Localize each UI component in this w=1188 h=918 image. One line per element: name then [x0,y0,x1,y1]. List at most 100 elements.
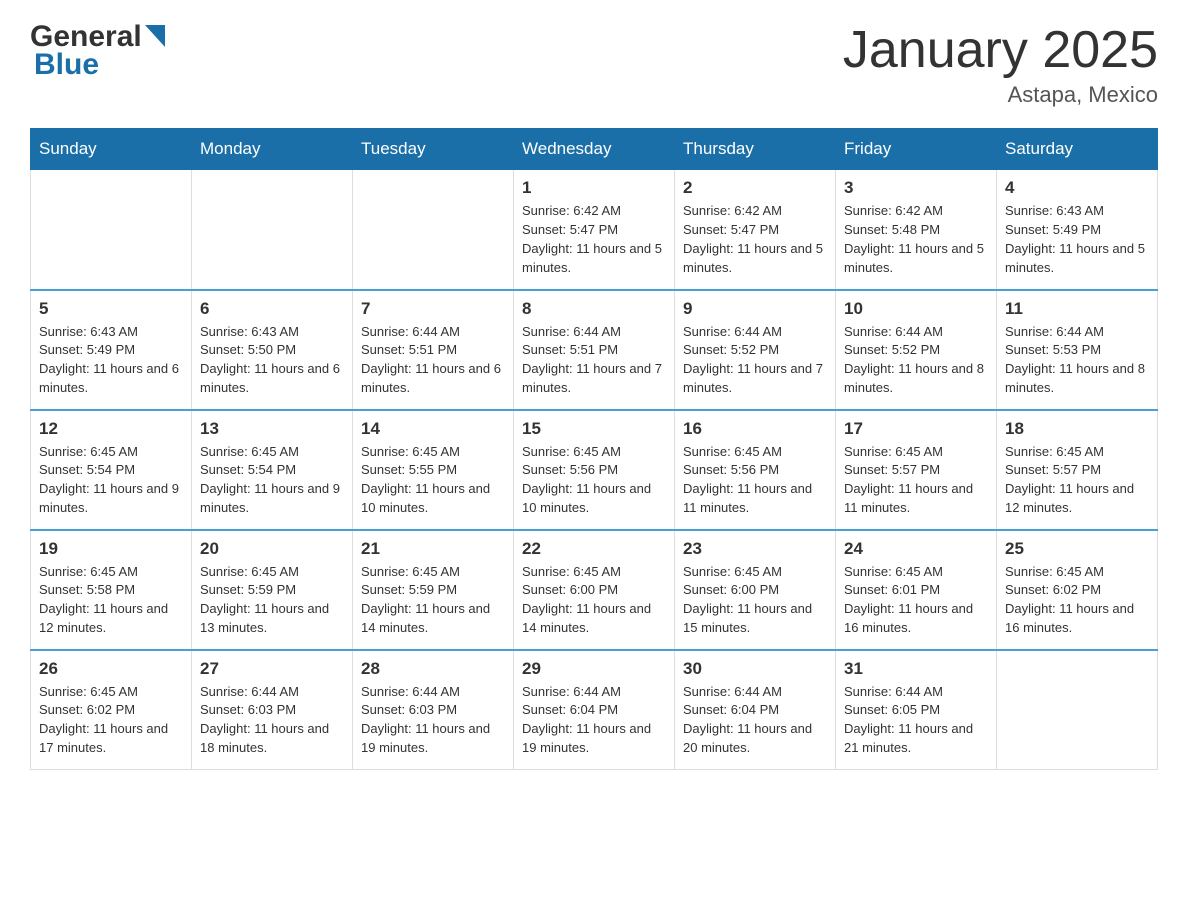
calendar-cell: 14Sunrise: 6:45 AMSunset: 5:55 PMDayligh… [353,410,514,530]
day-number: 1 [522,178,666,198]
day-info: Sunrise: 6:45 AMSunset: 6:01 PMDaylight:… [844,564,973,636]
day-info: Sunrise: 6:44 AMSunset: 5:53 PMDaylight:… [1005,324,1145,396]
day-number: 23 [683,539,827,559]
calendar-cell: 4 Sunrise: 6:43 AMSunset: 5:49 PMDaylight… [997,170,1158,290]
calendar-cell: 9 Sunrise: 6:44 AMSunset: 5:52 PMDaylight… [675,290,836,410]
day-number: 3 [844,178,988,198]
day-number: 15 [522,419,666,439]
title-block: January 2025 Astapa, Mexico [843,20,1158,108]
day-number: 26 [39,659,183,679]
calendar-cell: 24 Sunrise: 6:45 AMSunset: 6:01 PMDayligh… [836,530,997,650]
calendar-cell [353,170,514,290]
calendar-cell [192,170,353,290]
calendar-weekday-sunday: Sunday [31,129,192,170]
day-info: Sunrise: 6:44 AMSunset: 6:05 PMDaylight:… [844,684,973,756]
day-info: Sunrise: 6:45 AMSunset: 5:57 PMDaylight:… [844,444,973,516]
day-number: 11 [1005,299,1149,319]
day-number: 21 [361,539,505,559]
calendar-header-row: SundayMondayTuesdayWednesdayThursdayFrid… [31,129,1158,170]
day-info: Sunrise: 6:45 AMSunset: 5:59 PMDaylight:… [200,564,329,636]
calendar-cell: 7 Sunrise: 6:44 AMSunset: 5:51 PMDaylight… [353,290,514,410]
day-info: Sunrise: 6:44 AMSunset: 6:03 PMDaylight:… [200,684,329,756]
day-number: 22 [522,539,666,559]
day-number: 10 [844,299,988,319]
day-number: 19 [39,539,183,559]
calendar-cell: 13 Sunrise: 6:45 AMSunset: 5:54 PMDayligh… [192,410,353,530]
day-info: Sunrise: 6:45 AMSunset: 5:54 PMDaylight:… [200,444,340,516]
day-number: 28 [361,659,505,679]
day-number: 17 [844,419,988,439]
calendar-cell: 16Sunrise: 6:45 AMSunset: 5:56 PMDayligh… [675,410,836,530]
day-number: 12 [39,419,183,439]
calendar-cell: 28 Sunrise: 6:44 AMSunset: 6:03 PMDayligh… [353,650,514,770]
day-info: Sunrise: 6:42 AMSunset: 5:47 PMDaylight:… [683,203,823,275]
day-number: 9 [683,299,827,319]
calendar-week-row: 12 Sunrise: 6:45 AMSunset: 5:54 PMDayligh… [31,410,1158,530]
calendar-cell: 23 Sunrise: 6:45 AMSunset: 6:00 PMDayligh… [675,530,836,650]
location: Astapa, Mexico [843,82,1158,108]
calendar-cell: 5Sunrise: 6:43 AMSunset: 5:49 PMDaylight… [31,290,192,410]
day-number: 7 [361,299,505,319]
day-number: 20 [200,539,344,559]
day-number: 14 [361,419,505,439]
calendar-cell: 11 Sunrise: 6:44 AMSunset: 5:53 PMDayligh… [997,290,1158,410]
day-info: Sunrise: 6:44 AMSunset: 6:03 PMDaylight:… [361,684,490,756]
calendar-weekday-monday: Monday [192,129,353,170]
day-info: Sunrise: 6:43 AMSunset: 5:50 PMDaylight:… [200,324,340,396]
calendar-weekday-friday: Friday [836,129,997,170]
day-number: 27 [200,659,344,679]
calendar-cell: 25Sunrise: 6:45 AMSunset: 6:02 PMDayligh… [997,530,1158,650]
day-info: Sunrise: 6:45 AMSunset: 5:57 PMDaylight:… [1005,444,1134,516]
calendar-weekday-saturday: Saturday [997,129,1158,170]
calendar-cell [997,650,1158,770]
calendar-cell: 27 Sunrise: 6:44 AMSunset: 6:03 PMDayligh… [192,650,353,770]
day-info: Sunrise: 6:44 AMSunset: 5:51 PMDaylight:… [522,324,662,396]
day-number: 16 [683,419,827,439]
day-number: 31 [844,659,988,679]
calendar-cell: 12 Sunrise: 6:45 AMSunset: 5:54 PMDayligh… [31,410,192,530]
logo-blue-text: Blue [34,48,99,82]
calendar-week-row: 1 Sunrise: 6:42 AMSunset: 5:47 PMDaylight… [31,170,1158,290]
day-info: Sunrise: 6:43 AMSunset: 5:49 PMDaylight:… [39,324,179,396]
day-info: Sunrise: 6:45 AMSunset: 6:00 PMDaylight:… [683,564,812,636]
day-number: 2 [683,178,827,198]
calendar-table: SundayMondayTuesdayWednesdayThursdayFrid… [30,128,1158,770]
day-info: Sunrise: 6:44 AMSunset: 6:04 PMDaylight:… [683,684,812,756]
day-number: 29 [522,659,666,679]
calendar-weekday-tuesday: Tuesday [353,129,514,170]
day-info: Sunrise: 6:45 AMSunset: 5:58 PMDaylight:… [39,564,168,636]
calendar-cell: 26Sunrise: 6:45 AMSunset: 6:02 PMDayligh… [31,650,192,770]
month-title: January 2025 [843,20,1158,80]
day-info: Sunrise: 6:44 AMSunset: 6:04 PMDaylight:… [522,684,651,756]
day-number: 13 [200,419,344,439]
calendar-cell: 30 Sunrise: 6:44 AMSunset: 6:04 PMDayligh… [675,650,836,770]
day-number: 8 [522,299,666,319]
calendar-week-row: 26Sunrise: 6:45 AMSunset: 6:02 PMDayligh… [31,650,1158,770]
day-info: Sunrise: 6:45 AMSunset: 5:59 PMDaylight:… [361,564,490,636]
calendar-cell: 8 Sunrise: 6:44 AMSunset: 5:51 PMDaylight… [514,290,675,410]
calendar-cell: 15 Sunrise: 6:45 AMSunset: 5:56 PMDayligh… [514,410,675,530]
logo-arrow-icon [145,25,165,47]
day-info: Sunrise: 6:45 AMSunset: 5:56 PMDaylight:… [522,444,651,516]
calendar-cell: 18Sunrise: 6:45 AMSunset: 5:57 PMDayligh… [997,410,1158,530]
page-header: General Blue January 2025 Astapa, Mexico [30,20,1158,108]
day-info: Sunrise: 6:44 AMSunset: 5:52 PMDaylight:… [683,324,823,396]
day-number: 24 [844,539,988,559]
day-info: Sunrise: 6:42 AMSunset: 5:47 PMDaylight:… [522,203,662,275]
calendar-cell: 10Sunrise: 6:44 AMSunset: 5:52 PMDayligh… [836,290,997,410]
day-number: 4 [1005,178,1149,198]
day-info: Sunrise: 6:43 AMSunset: 5:49 PMDaylight:… [1005,203,1145,275]
calendar-cell: 6 Sunrise: 6:43 AMSunset: 5:50 PMDaylight… [192,290,353,410]
calendar-cell: 20 Sunrise: 6:45 AMSunset: 5:59 PMDayligh… [192,530,353,650]
calendar-week-row: 5Sunrise: 6:43 AMSunset: 5:49 PMDaylight… [31,290,1158,410]
logo: General Blue [30,20,165,82]
day-info: Sunrise: 6:42 AMSunset: 5:48 PMDaylight:… [844,203,984,275]
day-number: 30 [683,659,827,679]
calendar-cell: 17 Sunrise: 6:45 AMSunset: 5:57 PMDayligh… [836,410,997,530]
calendar-cell: 2 Sunrise: 6:42 AMSunset: 5:47 PMDaylight… [675,170,836,290]
day-info: Sunrise: 6:44 AMSunset: 5:51 PMDaylight:… [361,324,501,396]
calendar-cell [31,170,192,290]
day-info: Sunrise: 6:45 AMSunset: 5:54 PMDaylight:… [39,444,179,516]
day-number: 6 [200,299,344,319]
day-info: Sunrise: 6:45 AMSunset: 6:02 PMDaylight:… [1005,564,1134,636]
